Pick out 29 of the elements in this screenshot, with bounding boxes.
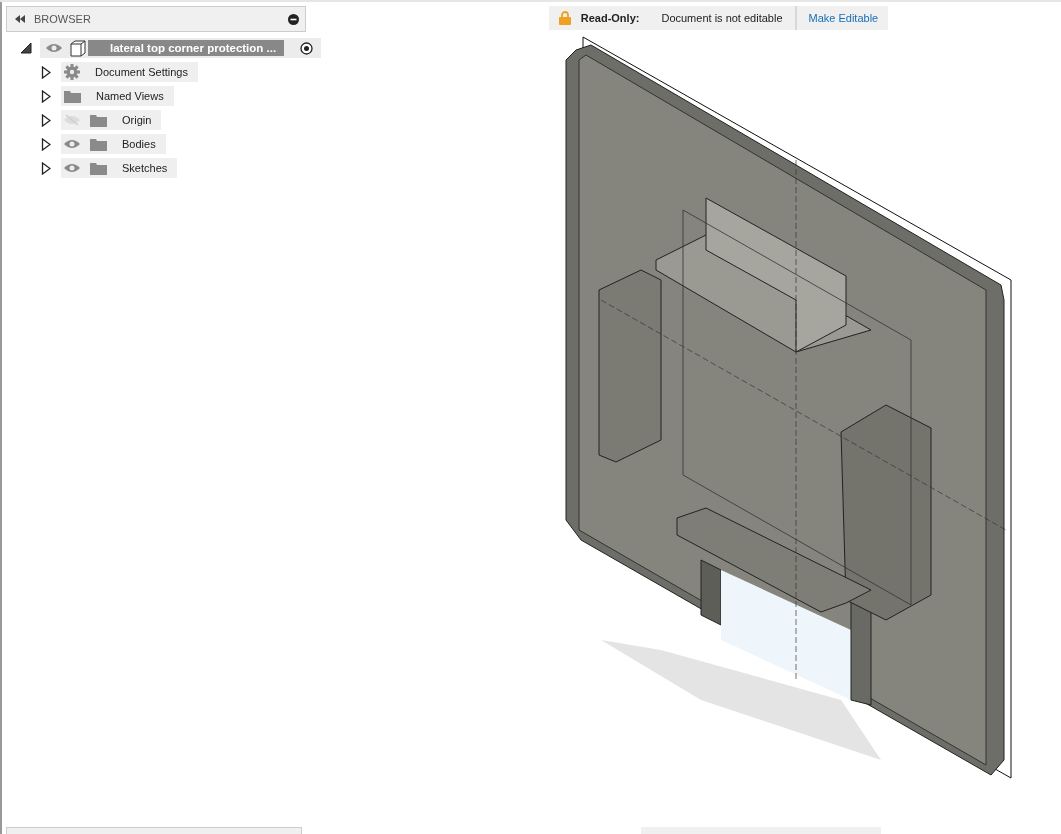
folder-icon[interactable] (64, 89, 81, 103)
read-only-label: Read-Only: (580, 12, 640, 24)
panel-title: BROWSER (34, 13, 92, 25)
expand-caret-icon[interactable] (41, 137, 51, 151)
lock-icon (558, 11, 571, 25)
folder-icon[interactable] (90, 137, 107, 151)
gear-icon[interactable] (64, 64, 80, 80)
tree-item[interactable]: Document Settings (61, 62, 198, 82)
component-item[interactable]: lateral top corner protection ... (40, 38, 322, 58)
expand-caret-icon[interactable] (41, 89, 51, 103)
tree-item[interactable]: Sketches (61, 158, 178, 178)
cube-icon[interactable] (70, 39, 86, 57)
eye-icon[interactable] (64, 139, 80, 149)
expand-caret-icon[interactable] (41, 113, 51, 127)
expand-caret-icon[interactable] (41, 161, 51, 175)
expanded-caret-icon[interactable] (20, 42, 32, 54)
tree-item[interactable]: Bodies (61, 134, 166, 154)
read-only-message: Document is not editable (661, 6, 797, 30)
tree-item[interactable]: Origin (61, 110, 162, 130)
folder-icon[interactable] (90, 161, 107, 175)
eye-icon[interactable] (46, 43, 62, 53)
minus-circle-icon[interactable] (288, 13, 299, 25)
tree-item[interactable]: Named Views (61, 86, 174, 106)
make-editable-link[interactable]: Make Editable (808, 12, 879, 24)
active-radio-icon[interactable] (300, 41, 314, 55)
folder-icon[interactable] (90, 113, 107, 127)
expand-caret-icon[interactable] (41, 65, 51, 79)
collapse-icon[interactable] (15, 15, 25, 23)
eye-icon[interactable] (64, 163, 80, 173)
